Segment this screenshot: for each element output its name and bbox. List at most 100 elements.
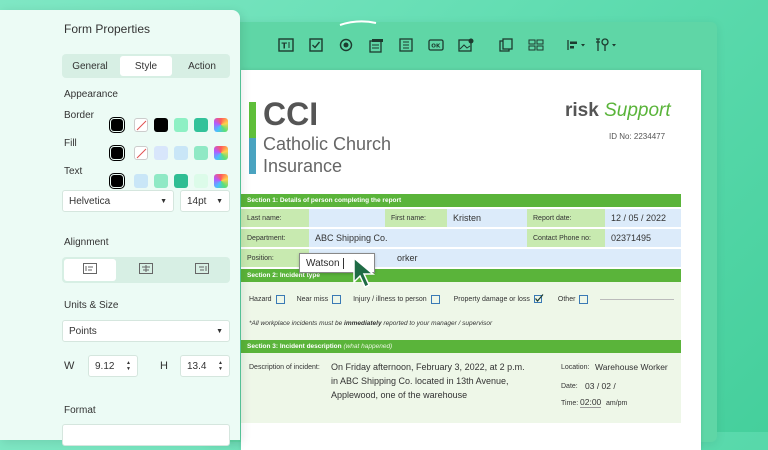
- description-line1: On Friday afternoon, February 3, 2022, a…: [331, 362, 525, 372]
- fill-swatch[interactable]: [154, 146, 168, 160]
- fill-swatch[interactable]: [194, 146, 208, 160]
- logo-cci: CCI: [263, 96, 319, 132]
- incident-note: *All workplace incidents must be immedia…: [249, 320, 492, 327]
- text-swatch[interactable]: [194, 174, 208, 188]
- font-size-value: 14pt: [187, 195, 207, 207]
- grid-icon[interactable]: [521, 30, 551, 60]
- button-field-icon[interactable]: OK: [421, 30, 451, 60]
- last-name-field[interactable]: [309, 209, 385, 227]
- stepper-icon[interactable]: ▲ ▼: [218, 360, 223, 372]
- border-swatch[interactable]: [154, 118, 168, 132]
- units-select[interactable]: Points ▼: [62, 320, 230, 342]
- chevron-down-icon: ▼: [216, 197, 223, 205]
- description-line3: Applewood, one of the warehouse: [331, 390, 468, 400]
- height-value: 13.4: [187, 360, 207, 372]
- text-swatch[interactable]: [134, 174, 148, 188]
- fill-label: Fill: [64, 138, 77, 149]
- logo-line2: Insurance: [263, 156, 343, 176]
- location-label: Location:: [561, 364, 590, 371]
- tools-dropdown-icon[interactable]: [591, 30, 621, 60]
- tab-action[interactable]: Action: [176, 56, 228, 76]
- fill-swatch[interactable]: [108, 144, 126, 162]
- logo-line1: Catholic Church: [263, 134, 392, 154]
- note-pre: *All workplace incidents must be: [249, 320, 345, 327]
- font-size-select[interactable]: 14pt ▼: [180, 190, 230, 212]
- border-swatch[interactable]: [134, 118, 148, 132]
- description-field[interactable]: On Friday afternoon, February 3, 2022, a…: [331, 360, 525, 402]
- align-left-button[interactable]: [64, 259, 116, 281]
- near-miss-checkbox[interactable]: [332, 295, 342, 304]
- combo-box-icon[interactable]: [361, 30, 391, 60]
- fill-swatch[interactable]: [134, 146, 148, 160]
- property-checkbox[interactable]: [533, 294, 544, 305]
- injury-checkbox[interactable]: [430, 295, 440, 304]
- width-value: 9.12: [95, 360, 115, 372]
- text-field-icon[interactable]: T: [271, 30, 301, 60]
- hazard-label: Hazard: [249, 296, 272, 303]
- last-name-label: Last name:: [241, 209, 309, 227]
- report-date-label: Report date:: [527, 209, 605, 227]
- format-select[interactable]: [62, 424, 230, 446]
- text-swatch[interactable]: [108, 172, 126, 190]
- property-label: Property damage or loss: [453, 296, 530, 303]
- text-swatch[interactable]: [174, 174, 188, 188]
- other-label: Other: [557, 296, 576, 303]
- hazard-checkbox[interactable]: [275, 295, 285, 304]
- department-field[interactable]: ABC Shipping Co.: [309, 229, 527, 247]
- border-swatch[interactable]: [194, 118, 208, 132]
- units-value: Points: [69, 325, 97, 337]
- section1-header: Section 1: Details of person completing …: [241, 194, 681, 207]
- chevron-down-icon: ▼: [216, 327, 223, 335]
- description-line2: in ABC Shipping Co. located in 13th Aven…: [331, 376, 509, 386]
- image-field-icon[interactable]: [451, 30, 481, 60]
- text-swatch[interactable]: [154, 174, 168, 188]
- date-field[interactable]: 03 / 02 /: [585, 381, 616, 391]
- text-swatch[interactable]: [214, 174, 228, 188]
- logo-bar: [249, 102, 256, 174]
- align-right-button[interactable]: [176, 259, 228, 281]
- height-input[interactable]: 13.4 ▲ ▼: [180, 355, 230, 377]
- align-center-button[interactable]: [120, 259, 172, 281]
- location-field[interactable]: Warehouse Worker: [595, 362, 668, 372]
- tab-general[interactable]: General: [64, 56, 116, 76]
- brand-risk: risk: [565, 100, 599, 121]
- checkbox-icon[interactable]: [301, 30, 331, 60]
- list-box-icon[interactable]: [391, 30, 421, 60]
- id-number: ID No: 2234477: [609, 132, 666, 141]
- align-dropdown-icon[interactable]: [561, 30, 591, 60]
- align-right-icon: [195, 261, 209, 279]
- section2-body: [241, 282, 681, 340]
- align-center-icon: [139, 261, 153, 279]
- time-label: Time:: [561, 400, 579, 407]
- radio-button-icon[interactable]: [331, 30, 361, 60]
- fill-swatch[interactable]: [214, 146, 228, 160]
- fill-swatch[interactable]: [174, 146, 188, 160]
- border-swatch[interactable]: [214, 118, 228, 132]
- tab-style[interactable]: Style: [120, 56, 172, 76]
- form-properties-panel: Form Properties General Style Action App…: [0, 10, 240, 446]
- width-input[interactable]: 9.12 ▲ ▼: [88, 355, 138, 377]
- alignment-group: [62, 257, 230, 283]
- first-name-label: First name:: [385, 209, 447, 227]
- border-swatch[interactable]: [174, 118, 188, 132]
- contact-field[interactable]: 02371495: [605, 229, 681, 247]
- section3-hint: (what happened): [343, 343, 393, 350]
- text-label: Text: [64, 166, 83, 177]
- stepper-icon[interactable]: ▲ ▼: [126, 360, 131, 372]
- border-swatch[interactable]: [108, 116, 126, 134]
- other-line: [600, 299, 675, 300]
- brand-support: Support: [604, 100, 671, 121]
- appearance-heading: Appearance: [64, 89, 118, 100]
- mouse-pointer-icon: [352, 256, 378, 295]
- time-unit: am/pm: [606, 400, 628, 407]
- other-checkbox[interactable]: [579, 295, 589, 304]
- incident-type-options: Hazard Near miss Injury / illness to per…: [249, 294, 675, 305]
- duplicate-icon[interactable]: [491, 30, 521, 60]
- font-select[interactable]: Helvetica ▼: [62, 190, 174, 212]
- section3-header: Section 3: Incident description (what ha…: [241, 340, 681, 353]
- svg-text:OK: OK: [431, 44, 441, 50]
- sparkle-icon: [338, 14, 378, 32]
- time-field[interactable]: 02:00: [580, 397, 602, 408]
- report-date-field[interactable]: 12 / 05 / 2022: [605, 209, 681, 227]
- first-name-field[interactable]: Kristen: [447, 209, 527, 227]
